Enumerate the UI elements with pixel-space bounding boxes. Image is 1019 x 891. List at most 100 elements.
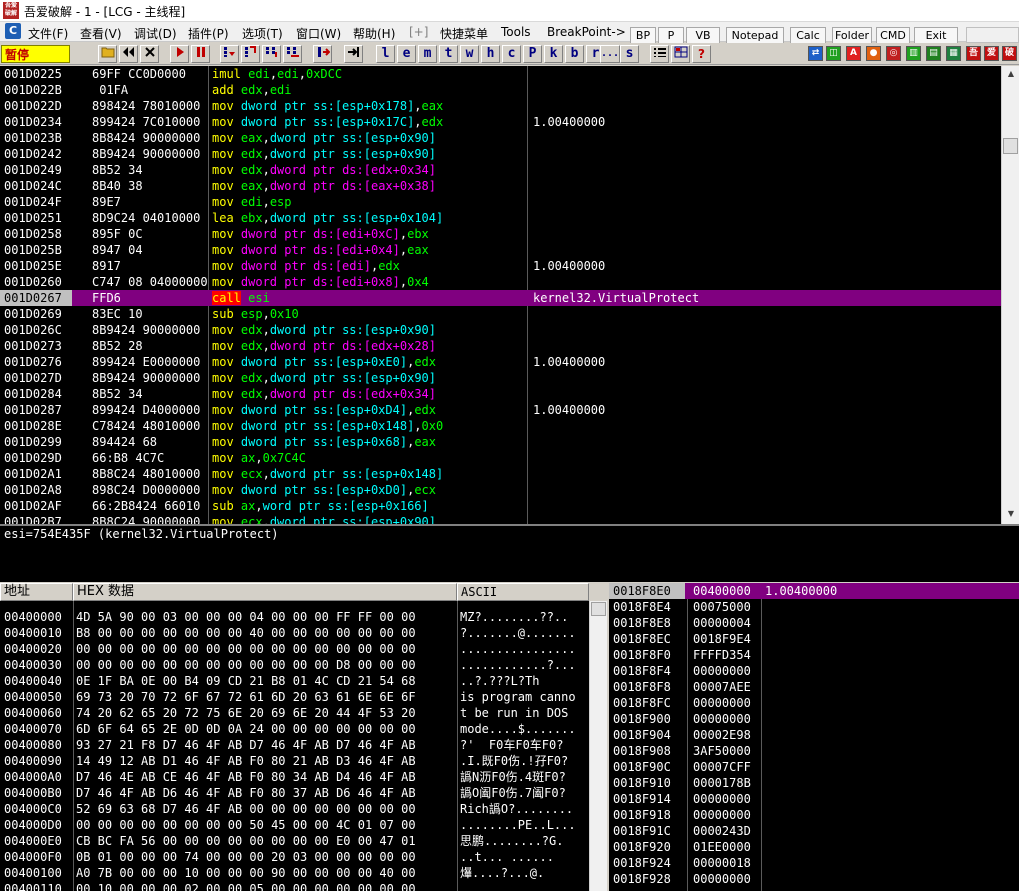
disasm-row[interactable]: 001D0267 FFD6 call esi kernel32.VirtualProt… [0,290,1001,306]
dump-row[interactable]: 004000F0 0B 01 00 00 00 74 00 00 00 20 03… [0,849,589,865]
trace-into-icon[interactable] [262,45,281,63]
stack-row[interactable]: 0018F8E4 00075000 [609,599,1019,615]
open-file-icon[interactable] [98,45,117,63]
stack-row[interactable]: 0018F900 00000000 [609,711,1019,727]
dump-row[interactable]: 00400040 0E 1F BA 0E 00 B4 09 CD 21 B8 01… [0,673,589,689]
stack-row[interactable]: 0018F914 00000000 [609,791,1019,807]
menu-window[interactable]: 窗口(W) [296,25,341,42]
disasm-row[interactable]: 001D0284 8B52 34 mov edx,dword ptr ds:[edx… [0,386,1001,402]
menu-breakpoint[interactable]: BreakPoint-> [547,25,626,39]
disasm-row[interactable]: 001D0249 8B52 34 mov edx,dword ptr ds:[edx… [0,162,1001,178]
stack-row[interactable]: 0018F918 00000000 [609,807,1019,823]
menu-options[interactable]: 选项(T) [242,25,283,42]
stack-row[interactable]: 0018F8E0 00400000 1.00400000 [609,583,1019,599]
stack-row[interactable]: 0018F924 00000018 [609,855,1019,871]
help-icon[interactable]: ? [692,45,711,63]
plugin-pad-icon[interactable]: ▦ [946,46,961,61]
disasm-row[interactable]: 001D026C 8B9424 90000000 mov edx,dword ptr… [0,322,1001,338]
plugin-a-icon[interactable]: A [846,46,861,61]
disasm-row[interactable]: 001D024F 89E7 mov edi,esp [0,194,1001,210]
cpu-window-icon[interactable]: C [5,23,21,39]
dump-row[interactable]: 00400070 6D 6F 64 65 2E 0D 0D 0A 24 00 00… [0,721,589,737]
stack-row[interactable]: 0018F8F0 FFFFD354 [609,647,1019,663]
scroll-down-icon[interactable]: ▼ [1003,506,1019,522]
disasm-row[interactable]: 001D02A8 898C24 D0000000 mov dword ptr ss:… [0,482,1001,498]
dump-scrollbar[interactable] [589,601,607,891]
menu-add[interactable]: [+] [409,25,428,39]
disasm-row[interactable]: 001D0287 899424 D4000000 mov dword ptr ss:… [0,402,1001,418]
menu-file[interactable]: 文件(F) [28,25,68,42]
trace-over-icon[interactable] [283,45,302,63]
disasm-row[interactable]: 001D0234 899424 7C010000 mov dword ptr ss:… [0,114,1001,130]
wuai-icon[interactable]: 吾 [966,46,981,61]
plugin-circle-icon[interactable]: ● [866,46,881,61]
disasm-row[interactable]: 001D0299 894424 68 mov dword ptr ss:[esp+0… [0,434,1001,450]
execute-till-return-icon[interactable] [313,45,332,63]
disasm-row[interactable]: 001D02B7 8B8C24 90000000 mov ecx,dword ptr… [0,514,1001,524]
stack-row[interactable]: 0018F920 01EE0000 [609,839,1019,855]
stack-row[interactable]: 0018F904 00002E98 [609,727,1019,743]
stack-row[interactable]: 0018F8F8 00007AEE [609,679,1019,695]
breakpoints-window-button[interactable]: b [565,45,584,63]
disasm-row[interactable]: 001D0225 69FF CC0D0000 imul edi,edi,0xDCC [0,66,1001,82]
dump-row[interactable]: 00400080 93 27 21 F8 D7 46 4F AB D7 46 4F… [0,737,589,753]
target-icon[interactable]: ◎ [886,46,901,61]
menu-tools[interactable]: Tools [501,25,531,39]
step-over-icon[interactable] [241,45,260,63]
dump-row[interactable]: 00400100 A0 7B 00 00 00 10 00 00 00 90 00… [0,865,589,881]
stack-row[interactable]: 0018F90C 00007CFF [609,759,1019,775]
disassembly-scrollbar[interactable]: ▲ ▼ [1001,66,1019,524]
run-icon[interactable] [170,45,189,63]
menu-shortcut[interactable]: 快捷菜单 [440,25,488,42]
dump-row[interactable]: 00400050 69 73 20 70 72 6F 67 72 61 6D 20… [0,689,589,705]
disasm-row[interactable]: 001D02A1 8B8C24 48010000 mov ecx,dword ptr… [0,466,1001,482]
disasm-row[interactable]: 001D025B 8947 04 mov dword ptr ds:[edi+0x4… [0,242,1001,258]
source-window-button[interactable]: s [620,45,639,63]
disasm-row[interactable]: 001D027D 8B9424 90000000 mov edx,dword ptr… [0,370,1001,386]
stack-row[interactable]: 0018F928 00000000 [609,871,1019,887]
hex-dump-pane[interactable]: 00400000 4D 5A 90 00 03 00 00 00 04 00 00… [0,601,607,891]
scroll-up-icon[interactable]: ▲ [1003,66,1019,82]
disasm-row[interactable]: 001D028E C78424 48010000 mov dword ptr ss:… [0,418,1001,434]
stack-row[interactable]: 0018F91C 0000243D [609,823,1019,839]
log-window-button[interactable]: l [376,45,395,63]
dump-row[interactable]: 00400030 00 00 00 00 00 00 00 00 00 00 00… [0,657,589,673]
dump-row[interactable]: 004000B0 D7 46 4F AB D6 46 4F AB F0 80 37… [0,785,589,801]
pause-icon[interactable] [191,45,210,63]
disassembly-pane[interactable]: 001D0225 69FF CC0D0000 imul edi,edi,0xDCC 0… [0,66,1001,524]
dump-row[interactable]: 004000D0 00 00 00 00 00 00 00 00 50 45 00… [0,817,589,833]
threads-window-button[interactable]: t [439,45,458,63]
disasm-row[interactable]: 001D0258 895F 0C mov dword ptr ds:[edi+0xC… [0,226,1001,242]
disasm-row[interactable]: 001D023B 8B8424 90000000 mov eax,dword ptr… [0,130,1001,146]
disasm-row[interactable]: 001D0276 899424 E0000000 mov dword ptr ss:… [0,354,1001,370]
dump-row[interactable]: 004000C0 52 69 63 68 D7 46 4F AB 00 00 00… [0,801,589,817]
close-icon[interactable] [140,45,159,63]
dump-row[interactable]: 00400060 74 20 62 65 20 72 75 6E 20 69 6E… [0,705,589,721]
stack-row[interactable]: 0018F8FC 00000000 [609,695,1019,711]
stack-row[interactable]: 0018F8E8 00000004 [609,615,1019,631]
dump-header-ascii[interactable]: ASCII [457,583,589,601]
refresh-icon[interactable]: ⇄ [808,46,823,61]
disasm-row[interactable]: 001D0242 8B9424 90000000 mov edx,dword ptr… [0,146,1001,162]
run-trace-button[interactable]: ... [600,45,620,63]
scroll-thumb[interactable] [1003,138,1018,154]
scroll-thumb[interactable] [591,602,606,616]
dump-row[interactable]: 00400090 14 49 12 AB D1 46 4F AB F0 80 21… [0,753,589,769]
plugin-green-icon[interactable]: ◫ [826,46,841,61]
dump-header-address[interactable]: 地址 [0,583,73,601]
windows-window-button[interactable]: w [460,45,479,63]
modules-window-button[interactable]: e [397,45,416,63]
po-icon[interactable]: 破 [1002,46,1017,61]
patches-window-button[interactable]: P [523,45,542,63]
menu-help[interactable]: 帮助(H) [353,25,395,42]
restart-icon[interactable] [119,45,138,63]
grid-icon[interactable] [671,45,690,63]
dump-row[interactable]: 00400000 4D 5A 90 00 03 00 00 00 04 00 00… [0,609,589,625]
dump-row[interactable]: 00400010 B8 00 00 00 00 00 00 00 40 00 00… [0,625,589,641]
dump-header-hex[interactable]: HEX 数据 [73,583,457,601]
disasm-row[interactable]: 001D0269 83EC 10 sub esp,0x10 [0,306,1001,322]
disasm-row[interactable]: 001D0260 C747 08 04000000 mov dword ptr ds… [0,274,1001,290]
dump-row[interactable]: 00400020 00 00 00 00 00 00 00 00 00 00 00… [0,641,589,657]
stack-pane[interactable]: 0018F8E0 00400000 1.00400000 0018F8E4 000750… [609,583,1019,891]
stack-row[interactable]: 0018F8EC 0018F9E4 [609,631,1019,647]
